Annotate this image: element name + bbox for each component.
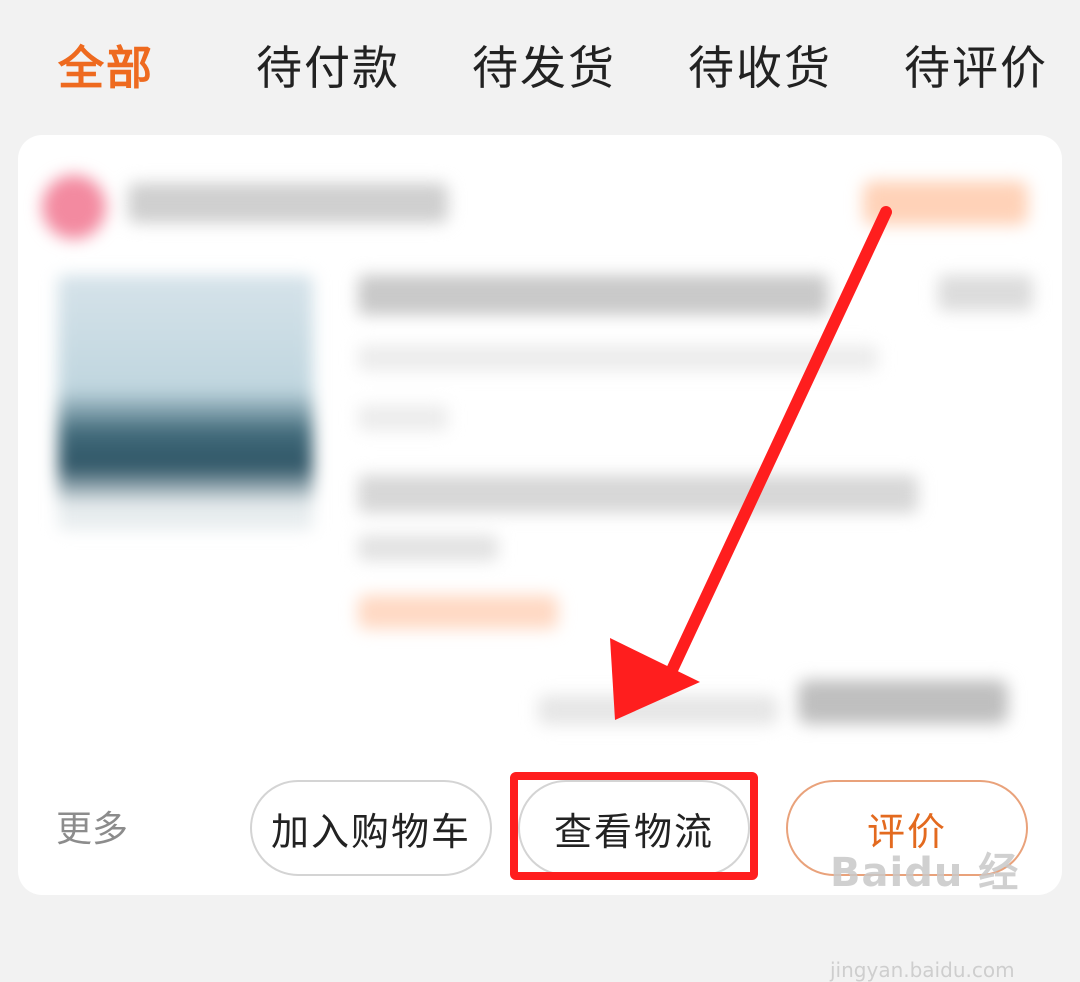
- next-card-edge: [0, 905, 1080, 949]
- annotation-arrow-icon: [610, 206, 892, 720]
- watermark-url: jingyan.baidu.com: [830, 958, 1015, 982]
